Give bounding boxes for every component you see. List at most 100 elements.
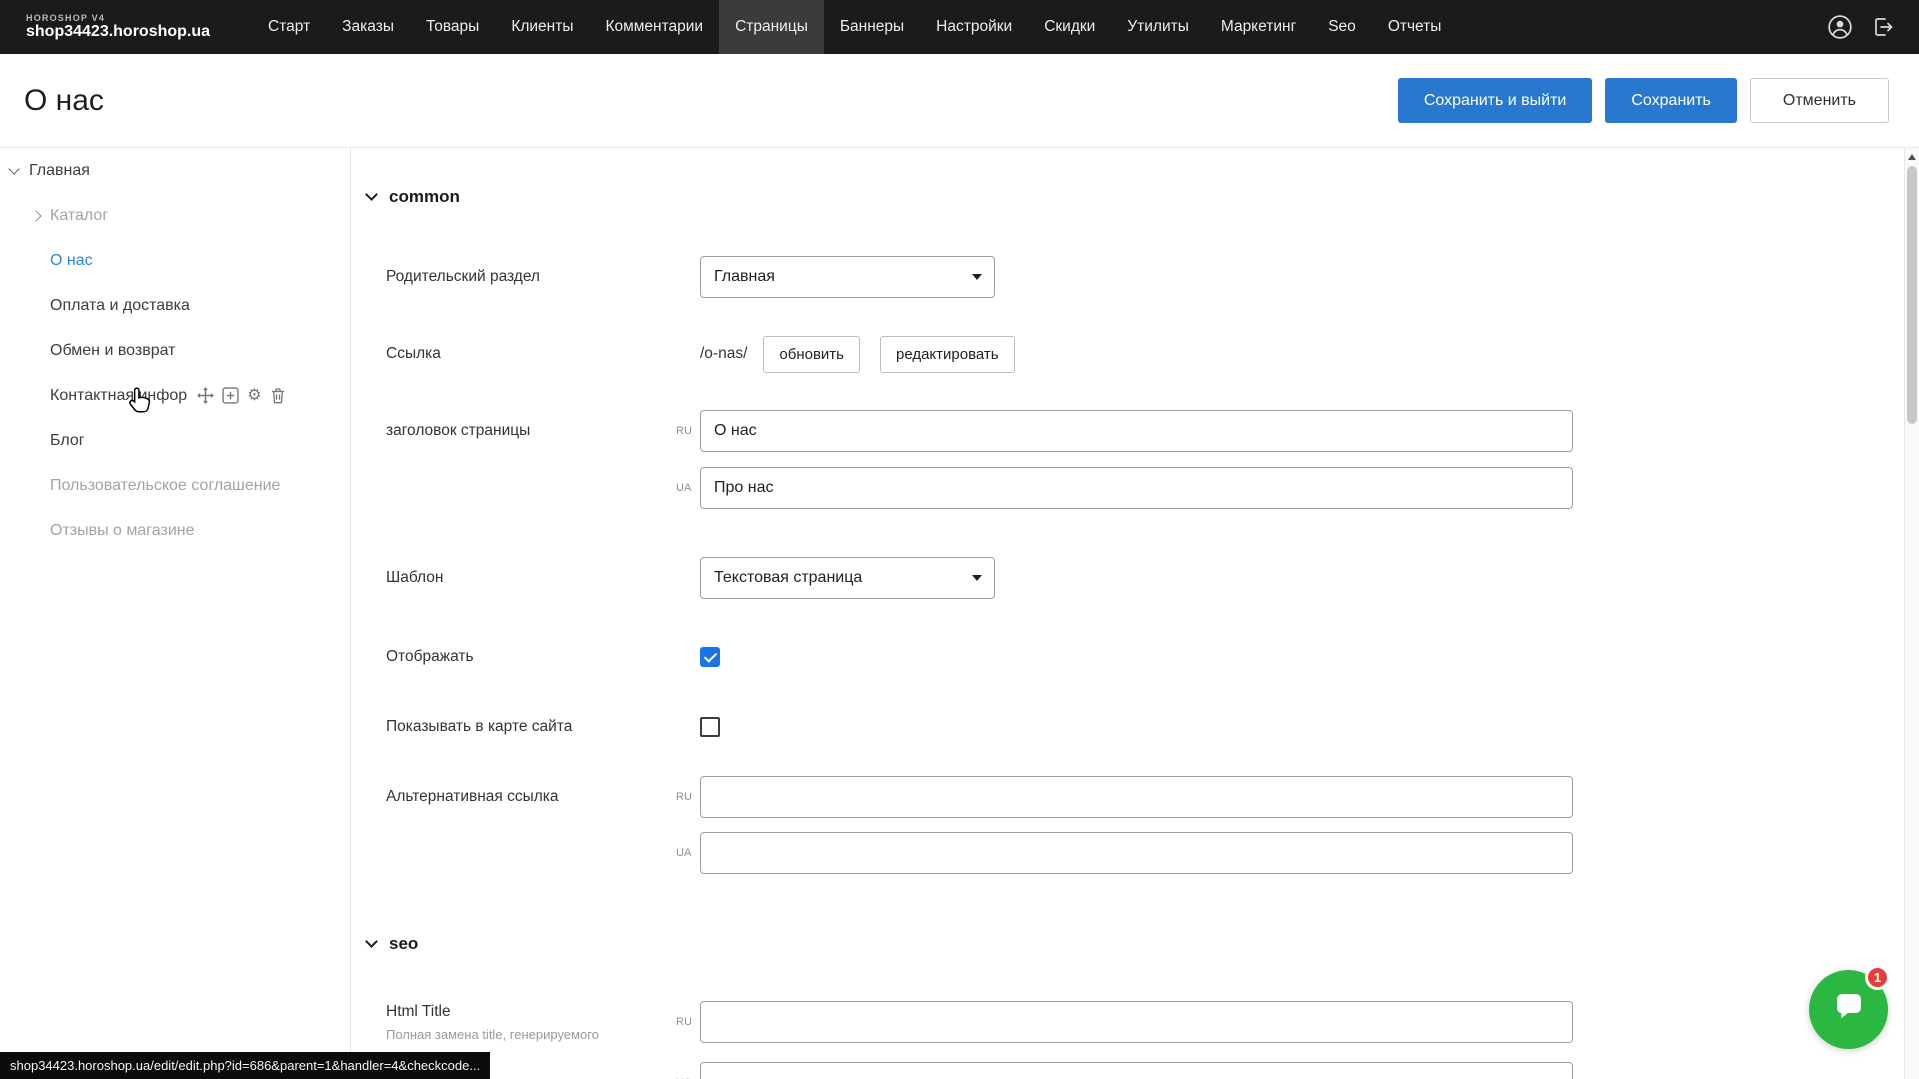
nav-item-pages[interactable]: Страницы <box>719 0 824 54</box>
tree-item-polzovatelskoe-soglashenie[interactable]: Пользовательское соглашение <box>0 463 350 508</box>
link-refresh-button[interactable]: обновить <box>763 336 860 373</box>
display-label: Отображать <box>386 648 700 666</box>
tree-item-kontaktnaya-infor[interactable]: Контактная инфор ⚙ <box>0 373 350 418</box>
drag-move-icon[interactable] <box>197 387 214 404</box>
user-account-icon[interactable] <box>1827 14 1853 40</box>
nav-item-orders[interactable]: Заказы <box>326 0 410 54</box>
nav-item-settings[interactable]: Настройки <box>920 0 1028 54</box>
tree-item-katalog[interactable]: Каталог <box>0 193 350 238</box>
nav-item-utilities[interactable]: Утилиты <box>1111 0 1205 54</box>
page-header: О нас Сохранить и выйти Сохранить Отмени… <box>0 54 1919 148</box>
chevron-down-icon <box>365 188 378 201</box>
select-caret-icon <box>972 274 982 280</box>
content-body: Главная Каталог О нас Оплата и доставка … <box>0 148 1919 1079</box>
html-title-label: Html Title <box>386 1003 676 1021</box>
pages-tree-sidebar: Главная Каталог О нас Оплата и доставка … <box>0 148 351 1079</box>
chat-launcher-button[interactable]: 1 <box>1809 970 1888 1049</box>
link-edit-button[interactable]: редактировать <box>880 336 1015 373</box>
html-title-hint: Полная замена title, генерируемого <box>386 1027 676 1042</box>
nav-item-seo[interactable]: Seo <box>1312 0 1372 54</box>
nav-item-clients[interactable]: Клиенты <box>495 0 589 54</box>
template-select[interactable]: Текстовая страница <box>700 557 995 599</box>
main-menu: Старт Заказы Товары Клиенты Комментарии … <box>252 0 1457 54</box>
link-row: Ссылка /o-nas/ обновить редактировать <box>367 333 1919 375</box>
chat-unread-badge: 1 <box>1865 965 1890 990</box>
section-title: common <box>389 187 460 207</box>
status-url-bar: shop34423.horoshop.ua/edit/edit.php?id=6… <box>0 1052 490 1079</box>
scrollbar-thumb[interactable] <box>1907 166 1917 424</box>
tree-item-oplata-dostavka[interactable]: Оплата и доставка <box>0 283 350 328</box>
parent-section-select[interactable]: Главная <box>700 256 995 298</box>
nav-item-marketing[interactable]: Маркетинг <box>1205 0 1312 54</box>
save-and-exit-button[interactable]: Сохранить и выйти <box>1398 78 1593 123</box>
html-title-ua-input[interactable] <box>700 1062 1573 1079</box>
vertical-scrollbar[interactable] <box>1904 148 1919 1079</box>
section-seo-header[interactable]: seo <box>367 931 1919 957</box>
chevron-right-icon[interactable] <box>30 210 41 221</box>
template-label: Шаблон <box>386 569 700 587</box>
alt-link-label: Альтернативная ссылка <box>386 788 676 806</box>
html-title-label-block: Html Title Полная замена title, генериру… <box>386 1003 676 1042</box>
page-edit-form: common Родительский раздел Главная Ссылк… <box>351 148 1919 1079</box>
parent-section-row: Родительский раздел Главная <box>367 256 1919 298</box>
nav-item-discounts[interactable]: Скидки <box>1028 0 1111 54</box>
tree-item-label: О нас <box>50 252 93 270</box>
link-label: Ссылка <box>386 345 700 363</box>
lang-badge-ua: UA <box>676 482 700 494</box>
page-title-ru-input[interactable] <box>700 410 1573 452</box>
alt-link-ru-input[interactable] <box>700 776 1573 818</box>
nav-item-comments[interactable]: Комментарии <box>589 0 719 54</box>
alt-link-ua-row: UA <box>367 832 1919 874</box>
section-title: seo <box>389 934 418 954</box>
lang-badge-ru: RU <box>676 791 700 803</box>
lang-badge-ru: RU <box>676 1016 700 1028</box>
html-title-ru-input[interactable] <box>700 1001 1573 1043</box>
tree-item-label: Каталог <box>50 207 108 225</box>
tree-item-glavnaya[interactable]: Главная <box>0 148 350 193</box>
tree-item-o-nas[interactable]: О нас <box>0 238 350 283</box>
scrollbar-up-arrow-icon[interactable] <box>1908 154 1916 160</box>
save-button[interactable]: Сохранить <box>1605 78 1737 123</box>
gear-icon[interactable]: ⚙ <box>247 388 261 404</box>
tree-item-blog[interactable]: Блог <box>0 418 350 463</box>
sitemap-label: Показывать в карте сайта <box>386 718 700 736</box>
nav-item-reports[interactable]: Отчеты <box>1372 0 1458 54</box>
page-title-ua-input[interactable] <box>700 467 1573 509</box>
tree-item-label: Контактная инфор <box>50 387 187 405</box>
cancel-button[interactable]: Отменить <box>1750 78 1889 123</box>
nav-item-banners[interactable]: Баннеры <box>824 0 920 54</box>
html-title-ru-row: Html Title Полная замена title, генериру… <box>367 1001 1919 1043</box>
chevron-down-icon[interactable] <box>8 163 19 174</box>
nav-item-start[interactable]: Старт <box>252 0 326 54</box>
tree-item-otzyvy-o-magazine[interactable]: Отзывы о магазине <box>0 508 350 553</box>
lang-badge-ua: UA <box>676 847 700 859</box>
select-caret-icon <box>972 575 982 581</box>
display-checkbox[interactable] <box>700 647 720 667</box>
tree-item-label: Главная <box>29 162 90 180</box>
section-common-header[interactable]: common <box>367 184 1919 210</box>
page-title-label: заголовок страницы <box>386 422 676 440</box>
page-title-ru-row: заголовок страницы RU <box>367 410 1919 452</box>
sitemap-row: Показывать в карте сайта <box>367 706 1919 748</box>
tree-item-label: Блог <box>50 432 85 450</box>
navbar-right-icons <box>1827 14 1895 40</box>
tree-item-obmen-vozvrat[interactable]: Обмен и возврат <box>0 328 350 373</box>
app-window: HOROSHOP V4 shop34423.horoshop.ua Старт … <box>0 0 1919 1079</box>
tree-item-label: Пользовательское соглашение <box>50 477 280 495</box>
alt-link-ua-input[interactable] <box>700 832 1573 874</box>
sitemap-checkbox[interactable] <box>700 717 720 737</box>
brand-logo[interactable]: HOROSHOP V4 shop34423.horoshop.ua <box>26 13 210 42</box>
logout-icon[interactable] <box>1871 15 1895 39</box>
status-url-text: shop34423.horoshop.ua/edit/edit.php?id=6… <box>10 1058 480 1073</box>
template-row: Шаблон Текстовая страница <box>367 557 1919 599</box>
nav-item-products[interactable]: Товары <box>410 0 495 54</box>
trash-icon[interactable] <box>270 387 286 404</box>
alt-link-ru-row: Альтернативная ссылка RU <box>367 776 1919 818</box>
tree-item-label: Обмен и возврат <box>50 342 175 360</box>
add-page-icon[interactable] <box>222 387 239 404</box>
display-row: Отображать <box>367 636 1919 678</box>
chevron-down-icon <box>365 935 378 948</box>
tree-item-label: Оплата и доставка <box>50 297 190 315</box>
tree-item-actions: ⚙ <box>197 387 285 404</box>
lang-badge-ru: RU <box>676 425 700 437</box>
